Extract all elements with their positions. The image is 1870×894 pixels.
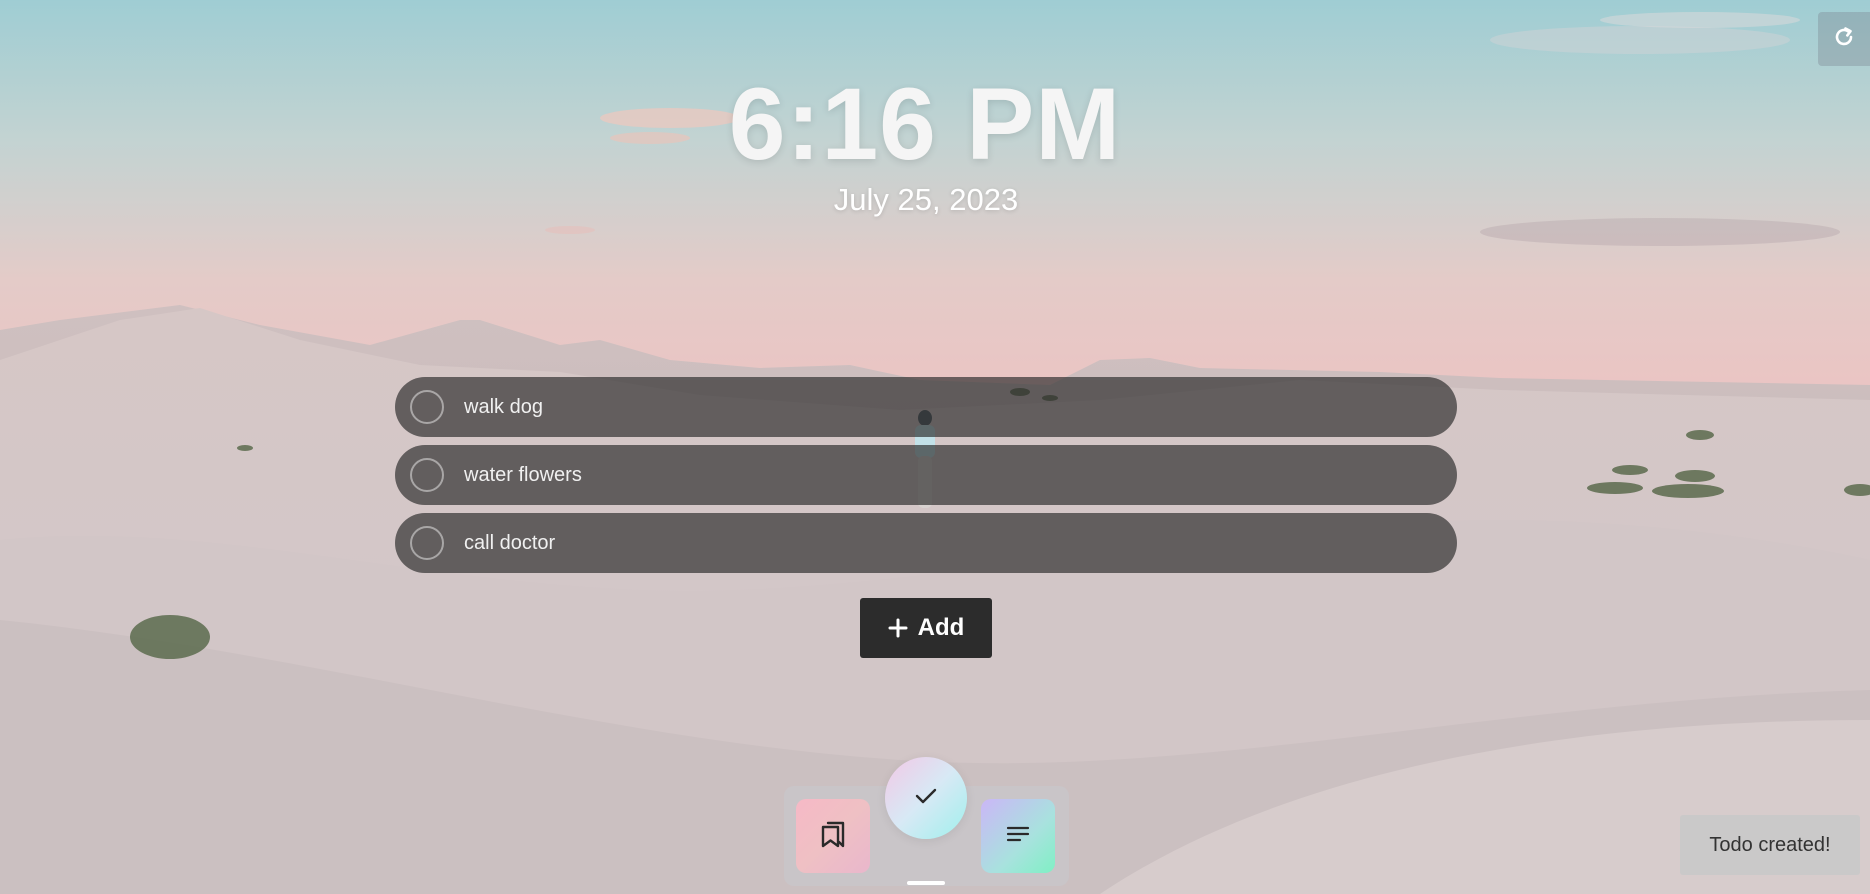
notes-icon [1004, 820, 1032, 853]
todo-text: walk dog [464, 395, 543, 418]
add-todo-button[interactable]: Add [860, 598, 992, 658]
clock-date: July 25, 2023 [833, 182, 1019, 217]
checkmark-icon [913, 783, 939, 814]
todo-checkbox[interactable] [410, 390, 444, 424]
todo-list: walk dog water flowers call doctor [395, 377, 1457, 581]
dock-active-indicator [907, 881, 945, 885]
todo-checkbox[interactable] [410, 526, 444, 560]
bookmarks-icon [818, 819, 848, 854]
todo-text: call doctor [464, 531, 556, 554]
dock-bookmarks-button[interactable] [796, 799, 870, 873]
dock-notes-button[interactable] [981, 799, 1055, 873]
plus-icon [888, 618, 908, 638]
todo-item[interactable]: call doctor [395, 513, 1457, 573]
add-todo-label: Add [917, 614, 965, 641]
todo-item[interactable]: water flowers [395, 445, 1457, 505]
refresh-background-button[interactable] [1818, 12, 1870, 66]
todo-item[interactable]: walk dog [395, 377, 1457, 437]
todo-text: water flowers [464, 463, 582, 486]
todo-checkbox[interactable] [410, 458, 444, 492]
app-root: 6:16 PM July 25, 2023 walk dog water flo… [0, 0, 1870, 894]
clock-time: 6:16 PM [728, 67, 1122, 181]
dock-todo-button[interactable] [885, 757, 967, 839]
toast-notification: Todo created! [1680, 815, 1860, 875]
refresh-icon [1832, 25, 1856, 54]
